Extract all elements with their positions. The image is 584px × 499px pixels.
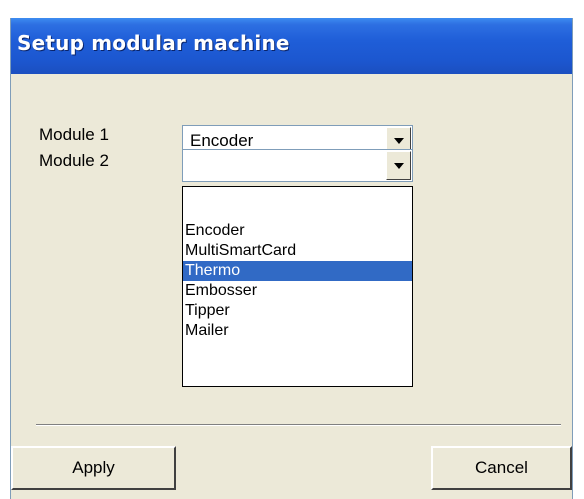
dropdown-option-mailer[interactable]: Mailer	[183, 321, 412, 341]
dropdown-option-tipper[interactable]: Tipper	[183, 301, 412, 321]
module2-dropdown-button[interactable]	[386, 151, 411, 180]
module1-label: Module 1	[39, 125, 109, 144]
module1-value: Encoder	[190, 131, 254, 150]
chevron-down-icon	[394, 138, 404, 144]
dropdown-option-multismartcard[interactable]: MultiSmartCard	[183, 241, 412, 261]
button-separator	[36, 424, 561, 426]
title-bar[interactable]: Setup modular machine	[11, 18, 572, 74]
dropdown-option-empty[interactable]	[183, 187, 412, 207]
module2-label: Module 2	[39, 151, 109, 170]
dropdown-option-embosser[interactable]: Embosser	[183, 281, 412, 301]
apply-button[interactable]: Apply	[11, 446, 176, 490]
window-title: Setup modular machine	[17, 31, 290, 55]
module2-dropdown-list[interactable]: Encoder MultiSmartCard Thermo Embosser T…	[182, 186, 413, 387]
dialog-window: Setup modular machine Module 1 Encoder M…	[10, 18, 573, 499]
cancel-button[interactable]: Cancel	[431, 446, 572, 490]
dropdown-option-thermo[interactable]: Thermo	[183, 261, 412, 281]
dropdown-option-encoder[interactable]: Encoder	[183, 221, 412, 241]
module2-select[interactable]	[182, 149, 413, 182]
chevron-down-icon	[394, 163, 404, 169]
